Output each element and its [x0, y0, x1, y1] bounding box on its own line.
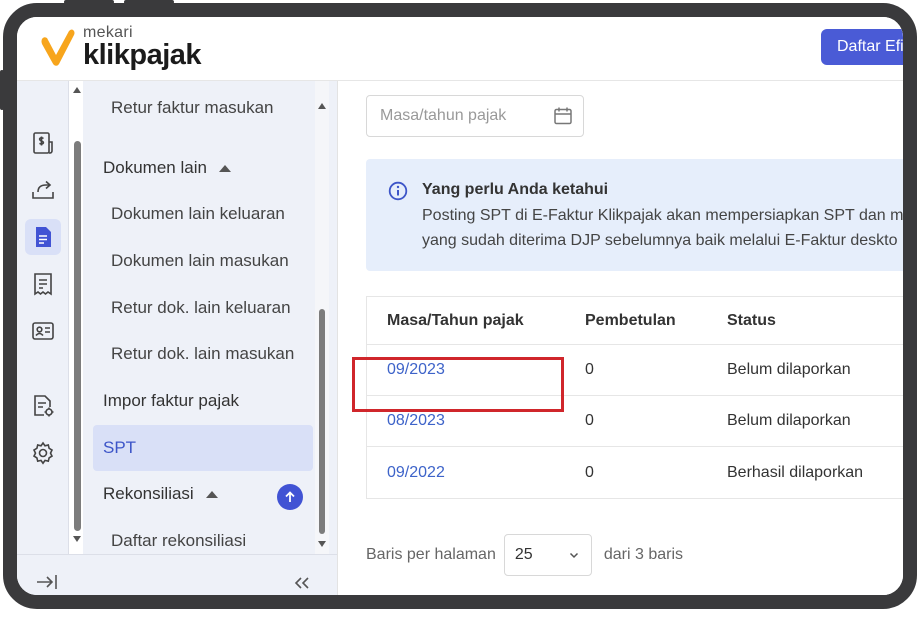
sidebar-item-daftar-rekonsiliasi[interactable]: Daftar rekonsiliasi	[93, 518, 313, 554]
expand-arrow-icon[interactable]	[35, 573, 59, 591]
document-active-icon[interactable]	[25, 219, 61, 255]
document-settings-icon[interactable]	[25, 388, 61, 424]
sidebar-item-retur-dok-lain-keluaran[interactable]: Retur dok. lain keluaran	[93, 285, 313, 331]
app-screen: mekari klikpajak Daftar Efi Retur faktur…	[17, 17, 903, 595]
table-row[interactable]: 09/2022 0 Berhasil dilaporkan	[367, 447, 903, 498]
main-content: Masa/tahun pajak Yang perlu Anda ketahui…	[337, 81, 903, 595]
sidebar-item-label: Dokumen lain masukan	[111, 251, 289, 270]
upload-tray-icon[interactable]	[25, 172, 61, 208]
sidebar-item-label: Impor faktur pajak	[103, 391, 240, 410]
receipt-icon[interactable]	[25, 266, 61, 302]
sidebar-item-label: Retur dok. lain keluaran	[111, 298, 291, 317]
sidebar-scrollbar[interactable]	[315, 81, 329, 554]
period-filter-placeholder: Masa/tahun pajak	[380, 107, 507, 124]
caret-up-icon	[205, 490, 218, 498]
sidebar-item-dokumen-lain-masukan[interactable]: Dokumen lain masukan	[93, 238, 313, 284]
column-header-revision[interactable]: Pembetulan	[585, 297, 676, 344]
table-header-row: Masa/Tahun pajak Pembetulan Status	[367, 297, 903, 345]
pagination: Baris per halaman 25 dari 3 baris	[366, 533, 683, 577]
top-header: mekari klikpajak Daftar Efi	[17, 17, 903, 81]
info-banner: Yang perlu Anda ketahui Posting SPT di E…	[366, 159, 904, 271]
total-rows-label: dari 3 baris	[603, 546, 683, 563]
sidebar-item-impor-faktur-pajak[interactable]: Impor faktur pajak	[93, 378, 313, 424]
sidebar-item-label: Retur dok. lain masukan	[111, 344, 295, 363]
sidebar-scroll-up-icon[interactable]	[318, 103, 326, 109]
info-icon	[388, 181, 408, 201]
gear-icon[interactable]	[25, 435, 61, 471]
highlight-box	[352, 357, 564, 412]
info-text-line-1: Posting SPT di E-Faktur Klikpajak akan m…	[422, 207, 904, 224]
status-value: Belum dilaporkan	[727, 361, 851, 378]
double-chevron-left-icon[interactable]	[293, 576, 311, 590]
device-frame: mekari klikpajak Daftar Efi Retur faktur…	[3, 3, 917, 609]
info-title: Yang perlu Anda ketahui	[422, 181, 609, 198]
sidebar-item-spt[interactable]: SPT	[93, 425, 313, 471]
calendar-icon[interactable]	[552, 105, 574, 127]
caret-up-icon	[218, 164, 231, 172]
period-filter-input[interactable]: Masa/tahun pajak	[366, 95, 584, 137]
column-header-status[interactable]: Status	[727, 297, 776, 344]
sidebar-footer	[17, 554, 337, 595]
sidebar-item-retur-dok-lain-masukan[interactable]: Retur dok. lain masukan	[93, 331, 313, 377]
invoice-dollar-icon[interactable]	[25, 125, 61, 161]
logo-klikpajak-text: klikpajak	[83, 39, 202, 71]
revision-value: 0	[585, 463, 594, 481]
sidebar-group-dokumen-lain[interactable]: Dokumen lain	[93, 145, 313, 191]
sidebar-item-label: Dokumen lain keluaran	[111, 204, 285, 223]
sidebar-item-label: Retur faktur masukan	[111, 98, 274, 117]
sidebar-item-label: Dokumen lain	[103, 158, 207, 177]
sidebar-scroll-down-icon[interactable]	[318, 541, 326, 547]
upload-badge-icon[interactable]	[277, 484, 303, 510]
column-header-period[interactable]: Masa/Tahun pajak	[387, 297, 524, 344]
sidebar-scroll-thumb[interactable]	[319, 309, 325, 534]
sidebar-nav: Retur faktur masukan Dokumen lain Dokume…	[83, 81, 337, 554]
revision-value: 0	[585, 412, 594, 429]
sidebar-item-retur-faktur-masukan[interactable]: Retur faktur masukan	[93, 85, 313, 131]
sidebar-item-label: SPT	[103, 438, 137, 457]
rows-per-page-label: Baris per halaman	[366, 546, 496, 563]
sidebar-item-label: Daftar rekonsiliasi	[111, 531, 247, 550]
period-link[interactable]: 09/2022	[387, 447, 445, 498]
status-value: Berhasil dilaporkan	[727, 463, 864, 481]
klikpajak-logo[interactable]: mekari klikpajak	[39, 25, 202, 71]
rail-scroll-up-icon[interactable]	[73, 87, 81, 93]
icon-rail	[17, 81, 69, 554]
sidebar-item-label: Rekonsiliasi	[103, 484, 194, 503]
revision-value: 0	[585, 361, 594, 378]
info-text-line-2: yang sudah diterima DJP sebelumnya baik …	[422, 232, 898, 249]
chevron-down-icon	[569, 552, 578, 559]
rows-per-page-select[interactable]: 25	[503, 534, 592, 576]
rail-scroll-thumb[interactable]	[74, 141, 81, 531]
rows-per-page-value: 25	[514, 546, 533, 563]
rail-scroll-down-icon[interactable]	[73, 536, 81, 542]
status-value: Belum dilaporkan	[727, 412, 851, 429]
rail-scrollbar[interactable]	[71, 81, 83, 554]
id-card-icon[interactable]	[25, 313, 61, 349]
sidebar-item-dokumen-lain-keluaran[interactable]: Dokumen lain keluaran	[93, 191, 313, 237]
logo-check-icon	[41, 29, 75, 66]
daftar-efiling-button[interactable]: Daftar Efi	[821, 29, 903, 65]
